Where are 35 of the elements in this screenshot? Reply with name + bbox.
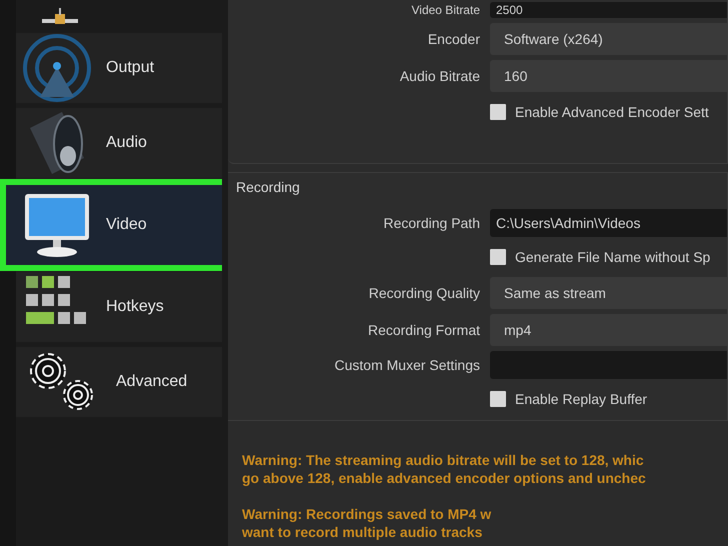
field-label: Recording Quality	[368, 285, 480, 301]
dropdown[interactable]: 160	[490, 60, 727, 92]
dropdown[interactable]: Software (x264)	[490, 23, 727, 55]
sidebar-item[interactable]: Audio	[16, 108, 222, 178]
input-field[interactable]: 2500	[490, 2, 727, 18]
keyboard-icon	[26, 276, 86, 324]
broadcast-icon	[23, 34, 91, 102]
input-field[interactable]: C:\Users\Admin\Videos	[490, 209, 727, 237]
field-label: Audio Bitrate	[398, 68, 480, 84]
warning-text: want to record multiple audio tracks	[242, 523, 484, 541]
warning-text: Warning: The streaming audio bitrate will be set to 128, whic	[242, 451, 645, 469]
checkbox[interactable]	[490, 391, 506, 407]
checkbox-label: Enable Advanced Encoder Sett	[515, 104, 710, 120]
checkbox[interactable]	[490, 249, 506, 265]
dropdown[interactable]: mp4	[490, 314, 727, 346]
field-label: Video Bitrate	[410, 3, 480, 17]
sidebar-item[interactable]: Advanced	[16, 347, 222, 417]
group-title: Recording	[236, 179, 300, 195]
input-field[interactable]	[490, 351, 727, 379]
checkbox[interactable]	[490, 104, 506, 120]
warning-text: go above 128, enable advanced encoder options and unchec	[242, 469, 647, 487]
checkbox-label: Enable Replay Buffer	[515, 391, 648, 407]
monitor-icon	[25, 194, 89, 257]
dropdown[interactable]: Same as stream	[490, 277, 727, 309]
sidebar-item[interactable]: Hotkeys	[16, 272, 222, 342]
sidebar-item[interactable]: Output	[16, 33, 222, 103]
field-label: Encoder	[426, 31, 480, 47]
field-label: Custom Muxer Settings	[334, 357, 480, 373]
speaker-icon	[30, 112, 84, 174]
field-label: Recording Path	[382, 215, 480, 231]
checkbox-label: Generate File Name without Sp	[515, 249, 712, 265]
gears-icon	[30, 353, 93, 410]
field-label: Recording Format	[366, 322, 480, 338]
network-icon	[42, 8, 78, 24]
warning-text: Warning: Recordings saved to MP4 w	[242, 505, 492, 523]
